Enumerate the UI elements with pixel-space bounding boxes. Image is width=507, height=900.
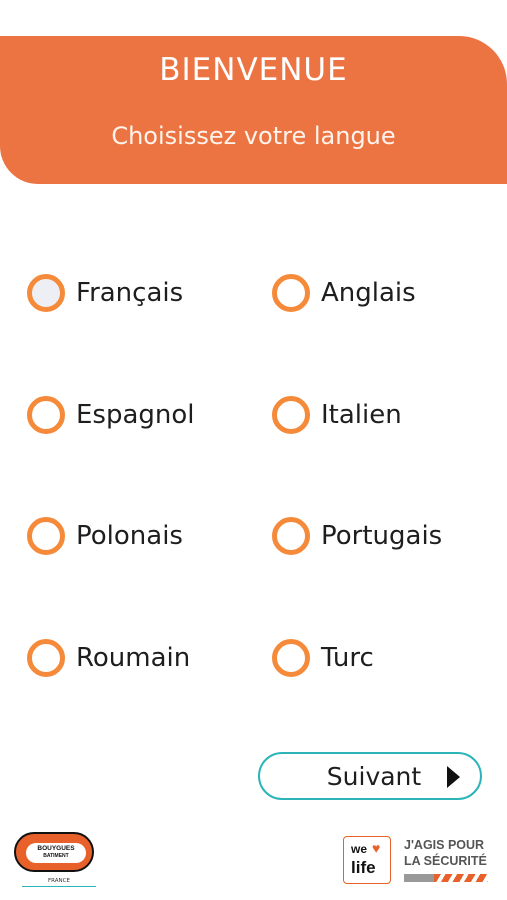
welife-life: life <box>351 858 376 877</box>
heart-icon: ♥ <box>372 840 381 856</box>
welcome-header: BIENVENUE Choisissez votre langue <box>0 36 507 184</box>
language-option-turc[interactable]: Turc <box>272 638 374 678</box>
stripe-gray <box>404 874 434 882</box>
logo-text-line1: BOUYGUES <box>37 845 75 852</box>
stripe-warning <box>434 874 488 882</box>
radio-roumain[interactable] <box>27 639 65 677</box>
welife-we: we <box>351 842 368 856</box>
language-option-francais[interactable]: Français <box>27 273 183 313</box>
next-button-label: Suivant <box>326 761 422 791</box>
language-option-espagnol[interactable]: Espagnol <box>27 395 195 435</box>
language-label: Portugais <box>321 521 443 551</box>
radio-polonais[interactable] <box>27 517 65 555</box>
next-button[interactable]: Suivant <box>258 752 482 800</box>
logo-country: FRANCE <box>22 878 96 887</box>
radio-francais[interactable] <box>27 274 65 312</box>
language-option-italien[interactable]: Italien <box>272 395 402 435</box>
hazard-stripes <box>404 874 488 882</box>
welife-logo: we ♥ life <box>343 836 391 884</box>
language-label: Espagnol <box>76 400 195 430</box>
language-option-portugais[interactable]: Portugais <box>272 516 442 556</box>
language-label: Polonais <box>76 521 183 551</box>
safety-slogan-logo: J'AGIS POUR LA SÉCURITÉ <box>404 837 494 885</box>
slogan-line1: J'AGIS POUR <box>404 838 485 852</box>
language-label: Turc <box>321 643 374 673</box>
bouygues-batiment-logo: BOUYGUES BATIMENT FRANCE <box>14 832 96 888</box>
play-arrow-icon <box>447 766 460 788</box>
language-label: Français <box>76 278 184 308</box>
logo-oval: BOUYGUES BATIMENT <box>14 832 94 872</box>
radio-italien[interactable] <box>272 396 310 434</box>
language-label: Italien <box>321 400 402 430</box>
page-subtitle: Choisissez votre langue <box>111 122 396 150</box>
language-label: Anglais <box>321 278 416 308</box>
radio-turc[interactable] <box>272 639 310 677</box>
language-label: Roumain <box>76 643 191 673</box>
language-option-roumain[interactable]: Roumain <box>27 638 190 678</box>
slogan-line2: LA SÉCURITÉ <box>404 854 487 868</box>
radio-portugais[interactable] <box>272 517 310 555</box>
logo-inner: BOUYGUES BATIMENT <box>26 843 86 863</box>
logo-text-line2: BATIMENT <box>43 853 69 859</box>
radio-espagnol[interactable] <box>27 396 65 434</box>
page-title: BIENVENUE <box>159 52 348 88</box>
language-option-anglais[interactable]: Anglais <box>272 273 416 313</box>
language-option-polonais[interactable]: Polonais <box>27 516 183 556</box>
radio-anglais[interactable] <box>272 274 310 312</box>
